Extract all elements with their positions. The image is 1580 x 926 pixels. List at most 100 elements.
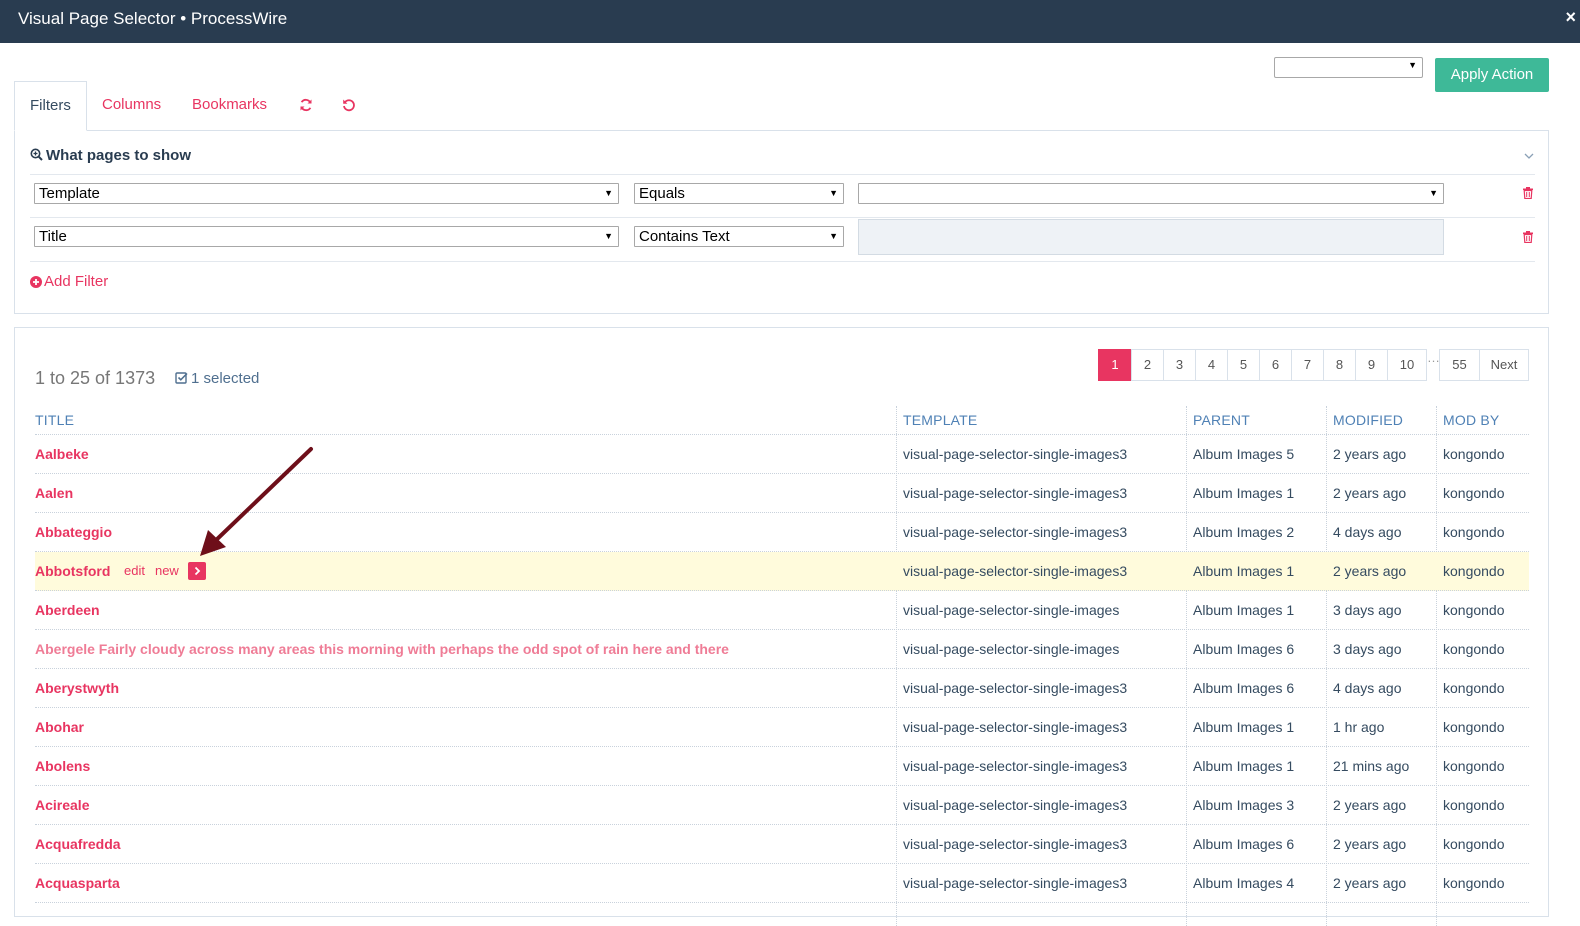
table-row[interactable]: Aberdeen visual-page-selector-single-ima… (35, 591, 1529, 630)
column-header-parent[interactable]: PARENT (1193, 412, 1250, 428)
chevron-down-icon[interactable] (1524, 147, 1534, 165)
add-filter-label: Add Filter (44, 273, 109, 290)
new-link[interactable]: new (155, 563, 179, 578)
trash-icon[interactable] (1523, 230, 1533, 248)
tab-filters[interactable]: Filters (14, 81, 87, 131)
page-title-link[interactable]: Abbateggio (35, 524, 112, 540)
trash-icon[interactable] (1523, 186, 1533, 204)
chevron-right-icon[interactable] (188, 562, 206, 580)
page-title-link[interactable]: Abolens (35, 758, 90, 774)
caret-down-icon: ▼ (604, 231, 613, 241)
filters-header-label: What pages to show (46, 147, 192, 164)
column-header-template[interactable]: TEMPLATE (903, 412, 977, 428)
filter-operator-value: Equals (639, 185, 685, 202)
next-page-button[interactable]: Next (1479, 349, 1529, 381)
caret-down-icon: ▼ (604, 188, 613, 198)
table-row[interactable]: Acquafredda visual-page-selector-single-… (35, 825, 1529, 864)
page-4[interactable]: 4 (1195, 349, 1228, 381)
reset-icon[interactable] (342, 81, 356, 131)
modified-cell: 21 mins ago (1333, 758, 1410, 774)
template-cell: visual-page-selector-single-images (903, 641, 1120, 657)
page-3[interactable]: 3 (1163, 349, 1196, 381)
page-title-link[interactable]: Acireale (35, 797, 89, 813)
filter-field-select[interactable]: Title ▼ (34, 226, 619, 247)
plus-circle-icon (30, 276, 42, 288)
mod-by-cell: kongondo (1443, 758, 1505, 774)
divider (30, 261, 1535, 262)
filter-operator-value: Contains Text (639, 228, 730, 245)
selected-count[interactable]: 1 selected (175, 370, 259, 387)
page-9[interactable]: 9 (1355, 349, 1388, 381)
template-cell: visual-page-selector-single-images (903, 602, 1120, 618)
page-title-link[interactable]: Abbotsford (35, 563, 110, 579)
parent-cell: Album Images 6 (1193, 641, 1295, 657)
table-row[interactable]: Abolens visual-page-selector-single-imag… (35, 747, 1529, 786)
parent-cell: Album Images 5 (1193, 446, 1295, 462)
modified-cell: 4 days ago (1333, 680, 1402, 696)
modified-cell: 3 days ago (1333, 641, 1402, 657)
page-title-link[interactable]: Acquasparta (35, 875, 120, 891)
filter-operator-select[interactable]: Equals ▼ (634, 183, 844, 204)
divider (30, 174, 1535, 175)
tab-bookmarks[interactable]: Bookmarks (192, 81, 267, 131)
page-1[interactable]: 1 (1098, 349, 1132, 381)
template-cell: visual-page-selector-single-images3 (903, 446, 1128, 462)
template-cell: visual-page-selector-single-images3 (903, 836, 1128, 852)
filter-field-select[interactable]: Template ▼ (34, 183, 619, 204)
table-row[interactable]: Abohar visual-page-selector-single-image… (35, 708, 1529, 747)
table-row[interactable]: Acquasparta visual-page-selector-single-… (35, 864, 1529, 903)
add-filter-link[interactable]: Add Filter (30, 273, 108, 290)
refresh-icon[interactable] (299, 81, 313, 131)
page-8[interactable]: 8 (1323, 349, 1356, 381)
search-plus-icon (30, 148, 43, 161)
results-count: 1 to 25 of 1373 (35, 368, 156, 388)
caret-down-icon: ▼ (829, 231, 838, 241)
page-title-link[interactable]: Aalbeke (35, 446, 89, 462)
filter-text-input[interactable] (858, 219, 1444, 255)
parent-cell: Album Images 1 (1193, 563, 1295, 579)
window-title: Visual Page Selector • ProcessWire (18, 9, 288, 28)
page-title-link[interactable]: Acquafredda (35, 836, 121, 852)
window-titlebar: Visual Page Selector • ProcessWire × (0, 0, 1580, 43)
table-row[interactable]: Aberystwyth visual-page-selector-single-… (35, 669, 1529, 708)
arrow-annotation (200, 447, 313, 556)
page-2[interactable]: 2 (1131, 349, 1164, 381)
filter-operator-select[interactable]: Contains Text ▼ (634, 226, 844, 247)
edit-link[interactable]: edit (124, 563, 145, 578)
page-6[interactable]: 6 (1259, 349, 1292, 381)
modified-cell: 2 years ago (1333, 563, 1407, 579)
template-cell: visual-page-selector-single-images3 (903, 563, 1128, 579)
page-7[interactable]: 7 (1291, 349, 1324, 381)
page-55[interactable]: 55 (1439, 349, 1480, 381)
action-select[interactable]: ▼ (1274, 57, 1423, 78)
filters-header[interactable]: What pages to show (30, 147, 191, 164)
filters-panel: What pages to show Template ▼ Equals ▼ ▼ T… (14, 130, 1549, 314)
mod-by-cell: kongondo (1443, 485, 1505, 501)
template-cell: visual-page-selector-single-images3 (903, 485, 1128, 501)
table-row[interactable]: Abergele Fairly cloudy across many areas… (35, 630, 1529, 669)
column-header-title[interactable]: TITLE (35, 412, 74, 428)
column-header-mod-by[interactable]: MOD BY (1443, 412, 1499, 428)
tab-columns[interactable]: Columns (102, 81, 161, 131)
apply-action-button[interactable]: Apply Action (1435, 58, 1549, 92)
filter-value-select[interactable]: ▼ (858, 183, 1444, 204)
table-row[interactable]: Acireale visual-page-selector-single-ima… (35, 786, 1529, 825)
modified-cell: 2 years ago (1333, 446, 1407, 462)
parent-cell: Album Images 1 (1193, 602, 1295, 618)
mod-by-cell: kongondo (1443, 563, 1505, 579)
results-panel: 1 to 25 of 1373 1 selected 1 2 3 4 5 6 7… (14, 327, 1549, 926)
page-title-link[interactable]: Abergele Fairly cloudy across many areas… (35, 641, 729, 657)
page-title-link[interactable]: Aberdeen (35, 602, 100, 618)
page-10[interactable]: 10 (1387, 349, 1427, 381)
page-5[interactable]: 5 (1227, 349, 1260, 381)
caret-down-icon: ▼ (1408, 60, 1417, 70)
page-title-link[interactable]: Aalen (35, 485, 73, 501)
row-actions: edit new (124, 563, 189, 578)
parent-cell: Album Images 1 (1193, 485, 1295, 501)
page-title-link[interactable]: Aberystwyth (35, 680, 119, 696)
page-title-link[interactable]: Abohar (35, 719, 84, 735)
parent-cell: Album Images 1 (1193, 719, 1295, 735)
template-cell: visual-page-selector-single-images3 (903, 875, 1128, 891)
column-header-modified[interactable]: MODIFIED (1333, 412, 1403, 428)
close-icon[interactable]: × (1565, 7, 1576, 28)
